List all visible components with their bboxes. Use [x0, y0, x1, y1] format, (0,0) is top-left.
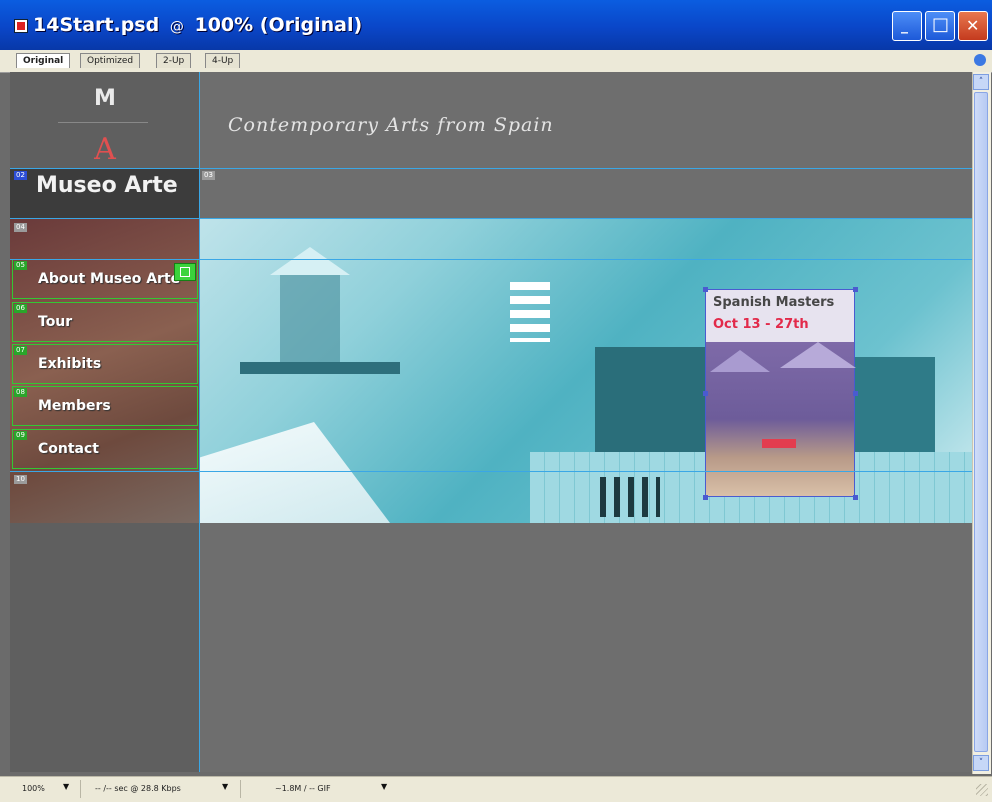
building-left: [595, 347, 705, 457]
close-icon: ✕: [966, 16, 980, 35]
maximize-button[interactable]: □: [925, 11, 955, 41]
pavilion-roof: [270, 247, 350, 275]
museum-name: Museo Arte: [36, 173, 178, 198]
window-title: 14Start.psd @ 100% (Original): [33, 14, 362, 36]
scroll-up-button[interactable]: ˄: [973, 74, 989, 90]
signs-graphic: [510, 282, 550, 342]
feature-roof-right: [780, 342, 856, 368]
feature-red-table: [762, 439, 796, 448]
view-tab-strip: [0, 50, 992, 73]
slice-tag[interactable]: 07: [14, 346, 27, 355]
minimize-icon: _: [901, 18, 908, 34]
at-symbol: @: [169, 19, 184, 35]
maximize-icon: □: [932, 14, 950, 35]
download-time[interactable]: -- /-- sec @ 28.8 Kbps: [95, 782, 181, 796]
zoom-dropdown-icon[interactable]: ▼: [63, 782, 69, 791]
tab-original[interactable]: Original: [16, 53, 71, 68]
document-name: 14Start.psd: [33, 14, 160, 36]
guide-horizontal[interactable]: [10, 259, 972, 260]
resize-grip-icon[interactable]: [976, 784, 988, 796]
tab-2-up[interactable]: 2-Up: [156, 53, 192, 68]
slice-tag[interactable]: 04: [14, 223, 27, 232]
slice-tag[interactable]: 06: [14, 304, 27, 313]
panel-options-icon[interactable]: [974, 54, 986, 66]
info-dropdown-icon[interactable]: ▼: [381, 782, 387, 791]
guide-vertical[interactable]: [199, 72, 200, 772]
nav-label-exhibits[interactable]: Exhibits: [38, 356, 101, 372]
slice-tag[interactable]: 09: [14, 431, 27, 440]
psd-file-icon: [14, 19, 28, 33]
resize-handle[interactable]: [853, 391, 858, 396]
nav-label-tour[interactable]: Tour: [38, 314, 72, 330]
slice-tag[interactable]: 08: [14, 388, 27, 397]
site-tagline: Contemporary Arts from Spain: [228, 114, 554, 136]
resize-handle[interactable]: [703, 495, 708, 500]
bollards-graphic: [600, 477, 660, 517]
file-size-info[interactable]: ~1.8M / -- GIF: [275, 782, 331, 796]
logo-letter-a: A: [94, 132, 116, 167]
slice-tag[interactable]: 05: [14, 261, 27, 270]
status-divider: [80, 780, 81, 798]
pavilion-base: [240, 362, 400, 374]
nav-label-contact[interactable]: Contact: [38, 441, 99, 457]
guide-horizontal[interactable]: [10, 218, 972, 219]
tab-4-up[interactable]: 4-Up: [205, 53, 241, 68]
resize-handle[interactable]: [703, 391, 708, 396]
scrollbar-thumb[interactable]: [974, 92, 988, 752]
slice-tag[interactable]: 10: [14, 475, 27, 484]
pavilion-shape: [280, 272, 340, 362]
resize-handle[interactable]: [853, 287, 858, 292]
feature-dates: Oct 13 - 27th: [713, 317, 809, 332]
download-dropdown-icon[interactable]: ▼: [222, 782, 228, 791]
nav-label-members[interactable]: Members: [38, 398, 111, 414]
logo-divider: [58, 122, 148, 123]
feature-roof-left: [710, 350, 770, 372]
nav-label-about[interactable]: About Museo Arte: [38, 271, 180, 287]
slice-selection-icon[interactable]: [174, 263, 196, 281]
zoom-level[interactable]: 100%: [22, 782, 45, 796]
guide-horizontal[interactable]: [10, 168, 972, 169]
resize-handle[interactable]: [703, 287, 708, 292]
minimize-button[interactable]: _: [892, 11, 922, 41]
building-right: [855, 357, 935, 457]
resize-handle[interactable]: [853, 495, 858, 500]
logo-letter-m: M: [94, 86, 116, 111]
zoom-title: 100% (Original): [194, 14, 363, 36]
close-button[interactable]: ✕: [958, 11, 988, 41]
guide-horizontal[interactable]: [10, 471, 972, 472]
scroll-down-button[interactable]: ˅: [973, 755, 989, 771]
slice-tag[interactable]: 02: [14, 171, 27, 180]
slice-tag[interactable]: 03: [202, 171, 215, 180]
document-canvas[interactable]: M A Contemporary Arts from Spain Museo A…: [10, 72, 972, 772]
status-divider: [240, 780, 241, 798]
tab-optimized[interactable]: Optimized: [80, 53, 141, 68]
feature-title: Spanish Masters: [713, 295, 835, 310]
